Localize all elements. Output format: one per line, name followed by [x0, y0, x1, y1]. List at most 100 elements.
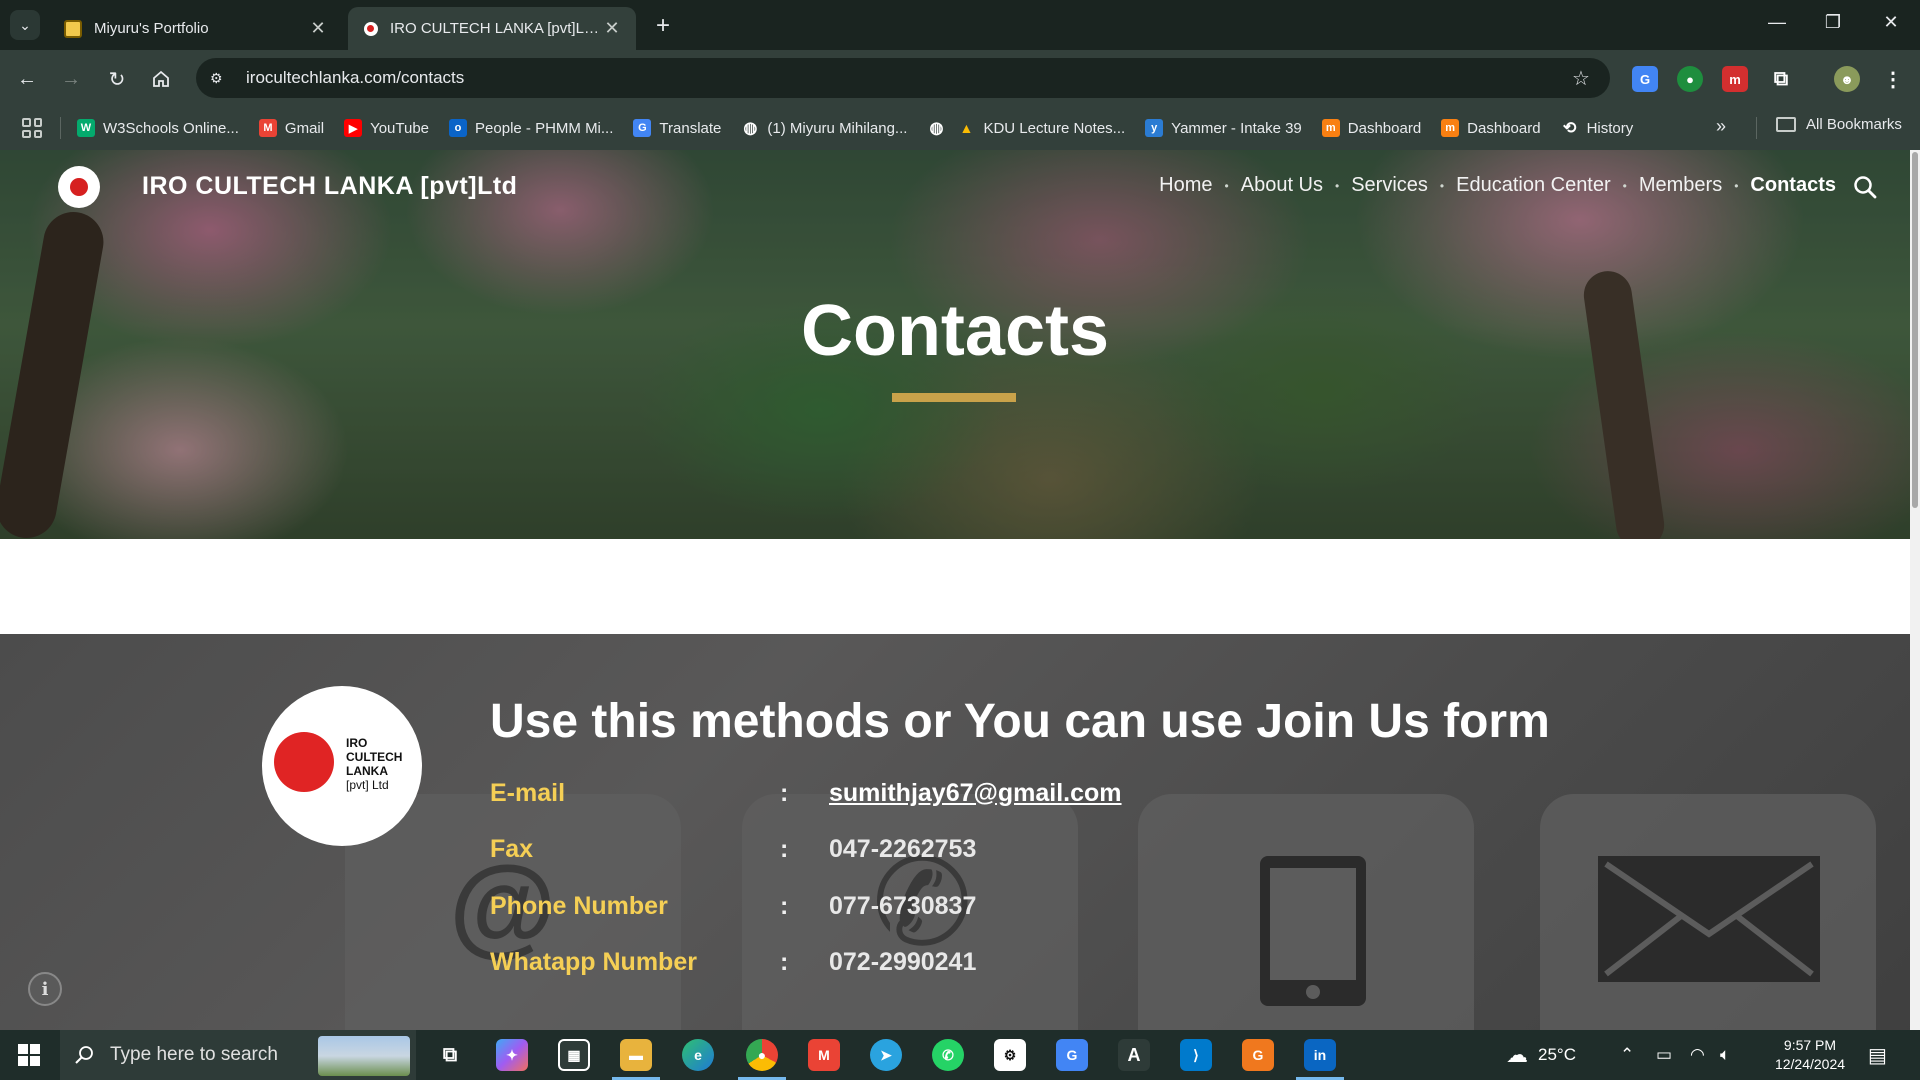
info-icon[interactable]: i: [28, 972, 62, 1006]
bookmark-globe[interactable]: ◍: [927, 119, 945, 137]
bookmark-people-phmm[interactable]: o People - PHMM Mi...: [449, 119, 613, 137]
site-settings-icon[interactable]: ⚙: [210, 70, 232, 87]
nav-contacts[interactable]: Contacts: [1750, 174, 1836, 197]
pdf-app-icon[interactable]: G: [1242, 1039, 1274, 1071]
site-logo[interactable]: [58, 166, 100, 208]
wifi-icon[interactable]: ◠: [1690, 1030, 1705, 1080]
bookmark-kdu-notes[interactable]: ▲ KDU Lecture Notes...: [957, 119, 1126, 137]
battery-icon[interactable]: ▭: [1656, 1030, 1672, 1080]
bookmarks-divider: [1756, 117, 1757, 139]
extensions-puzzle-icon[interactable]: ⧉: [1768, 66, 1794, 92]
google-translate-app-icon[interactable]: G: [1056, 1039, 1088, 1071]
bookmark-yammer[interactable]: y Yammer - Intake 39: [1145, 119, 1302, 137]
mobile-card: [1138, 794, 1474, 1030]
minimize-icon[interactable]: —: [1762, 12, 1792, 33]
site-brand[interactable]: IRO CULTECH LANKA [pvt]Ltd: [142, 172, 517, 201]
page-scrollbar[interactable]: [1910, 150, 1920, 1030]
forward-button[interactable]: →: [56, 64, 86, 94]
bookmark-label: Dashboard: [1467, 119, 1541, 137]
microsoft-store-icon[interactable]: ▦: [558, 1039, 590, 1071]
restore-icon[interactable]: ❐: [1818, 12, 1848, 33]
chatgpt-icon[interactable]: ⚙: [994, 1039, 1026, 1071]
bookmark-translate[interactable]: G Translate: [633, 119, 721, 137]
notifications-icon[interactable]: ▤: [1868, 1030, 1887, 1080]
contact-colon: :: [780, 778, 789, 807]
globe-icon: ◍: [743, 120, 758, 137]
bookmark-youtube[interactable]: ▶ YouTube: [344, 119, 429, 137]
taskbar-search-box[interactable]: Type here to search: [60, 1030, 416, 1080]
gmail-app-icon[interactable]: M: [808, 1039, 840, 1071]
profile-avatar[interactable]: ☻: [1834, 66, 1860, 92]
more-bookmarks-icon[interactable]: »: [1716, 116, 1726, 137]
bookmark-gmail[interactable]: M Gmail: [258, 119, 325, 137]
nav-services[interactable]: Services: [1351, 174, 1428, 197]
reload-icon: ↻: [108, 68, 126, 91]
tray-overflow-icon[interactable]: ⌃: [1620, 1030, 1634, 1080]
linkedin-icon[interactable]: in: [1304, 1039, 1336, 1071]
all-bookmarks-button[interactable]: All Bookmarks: [1776, 116, 1902, 133]
bookmark-label: Dashboard: [1347, 119, 1422, 137]
contact-colon: :: [780, 834, 789, 863]
weather-widget[interactable]: ☁ 25°C: [1506, 1030, 1576, 1080]
file-explorer-icon[interactable]: ▬: [620, 1039, 652, 1071]
volume-icon[interactable]: 🔈︎: [1720, 1030, 1730, 1080]
reload-button[interactable]: ↻: [102, 64, 132, 94]
vscode-icon[interactable]: ⟩: [1180, 1039, 1212, 1071]
hero-banner: IRO CULTECH LANKA [pvt]Ltd Home • About …: [0, 150, 1910, 539]
edge-icon[interactable]: e: [682, 1039, 714, 1071]
clock-time: 9:57 PM: [1783, 1037, 1837, 1053]
tab-iro-cultech[interactable]: IRO CULTECH LANKA [pvt]Ltd - ✕: [348, 7, 636, 50]
scrollbar-thumb[interactable]: [1912, 152, 1918, 508]
nav-members[interactable]: Members: [1639, 174, 1722, 197]
new-tab-button[interactable]: +: [650, 12, 676, 40]
gmail-icon: M: [258, 119, 277, 137]
logo-text: IRO: [346, 736, 368, 750]
portfolio-favicon-icon: [64, 19, 82, 38]
grammar-extension-icon[interactable]: ●: [1677, 66, 1703, 92]
bookmark-w3schools[interactable]: W W3Schools Online...: [77, 119, 239, 137]
close-tab-icon[interactable]: ✕: [602, 18, 622, 39]
apps-grid-icon[interactable]: [22, 118, 42, 138]
adobe-acrobat-icon[interactable]: A: [1118, 1039, 1150, 1071]
windows-start-icon[interactable]: [18, 1044, 40, 1066]
bookmark-dashboard-1[interactable]: m Dashboard: [1321, 119, 1422, 137]
back-button[interactable]: ←: [12, 64, 42, 94]
title-underline: [892, 393, 1016, 402]
nav-home[interactable]: Home: [1159, 174, 1212, 197]
copilot-icon[interactable]: ✦: [496, 1039, 528, 1071]
email-link[interactable]: sumithjay67@gmail.com: [829, 779, 1122, 808]
bookmark-dashboard-2[interactable]: m Dashboard: [1441, 119, 1541, 137]
search-highlight-image: [318, 1036, 410, 1076]
close-tab-icon[interactable]: ✕: [308, 18, 328, 39]
close-window-icon[interactable]: ✕: [1876, 12, 1906, 33]
task-view-icon[interactable]: ⧉: [434, 1039, 466, 1071]
browser-tab-strip: ⌄ Miyuru's Portfolio ✕ IRO CULTECH LANKA…: [0, 0, 1920, 50]
tab-title: Miyuru's Portfolio: [94, 20, 209, 37]
contact-colon: :: [780, 891, 789, 920]
address-bar[interactable]: ⚙ irocultechlanka.com/contacts ☆: [196, 58, 1610, 98]
whatsapp-icon[interactable]: ✆: [932, 1039, 964, 1071]
search-icon[interactable]: [1852, 174, 1878, 200]
menu-kebab-icon[interactable]: ⋮: [1880, 66, 1906, 92]
contact-row-email: E-mail : sumithjay67@gmail.com: [490, 776, 1122, 810]
bookmark-history[interactable]: ⟲ History: [1561, 119, 1633, 138]
url-text[interactable]: irocultechlanka.com/contacts: [246, 68, 1566, 88]
home-button[interactable]: [146, 64, 176, 94]
search-icon: [75, 1046, 93, 1064]
bookmark-label: Gmail: [284, 119, 325, 137]
bookmark-star-icon[interactable]: ☆: [1566, 66, 1596, 91]
bookmark-miyuru[interactable]: ◍ (1) Miyuru Mihilang...: [741, 119, 907, 138]
nav-education-center[interactable]: Education Center: [1456, 174, 1611, 197]
telegram-icon[interactable]: ➤: [870, 1039, 902, 1071]
tab-portfolio[interactable]: Miyuru's Portfolio ✕: [50, 7, 342, 50]
tab-search-button[interactable]: ⌄: [10, 10, 40, 40]
weather-cloud-icon: ☁: [1506, 1042, 1528, 1067]
nav-separator-icon: •: [1734, 178, 1739, 193]
yammer-icon: y: [1145, 119, 1164, 137]
nav-about-us[interactable]: About Us: [1241, 174, 1323, 197]
system-clock[interactable]: 9:57 PM 12/24/2024: [1740, 1036, 1880, 1074]
chrome-icon[interactable]: ●: [746, 1039, 778, 1071]
google-translate-extension-icon[interactable]: G: [1632, 66, 1658, 92]
mendeley-extension-icon[interactable]: m: [1722, 66, 1748, 92]
history-icon: ⟲: [1562, 120, 1577, 137]
